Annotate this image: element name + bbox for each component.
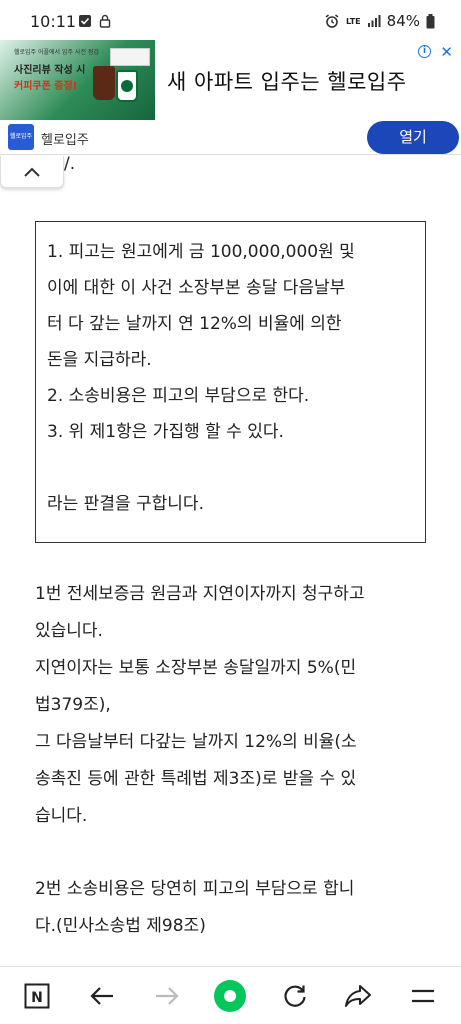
naver-home-icon: N <box>24 983 50 1009</box>
ad-open-button[interactable]: 열기 <box>367 121 459 154</box>
share-button[interactable] <box>341 979 375 1013</box>
ad-headline[interactable]: 새 아파트 입주는 헬로입주 <box>167 66 407 96</box>
body-line: 다.(민사소송법 제98조) <box>35 916 206 936</box>
status-left-icons <box>78 14 112 28</box>
status-right-group: LTE 84% <box>324 12 435 30</box>
share-icon <box>345 985 371 1007</box>
checkbox-icon <box>79 15 91 27</box>
refresh-button[interactable] <box>278 979 312 1013</box>
green-dot-button[interactable] <box>213 979 247 1013</box>
naver-home-label: N <box>31 990 43 1006</box>
claim-line: 이에 대한 이 사건 소장부본 송달 다음날부 <box>47 278 346 298</box>
ad-image-review-text: 사진리뷰 작성 시 <box>14 65 86 76</box>
coffee-cup-graphic <box>93 66 115 100</box>
status-bar: 10:11 LTE 84% <box>0 0 461 40</box>
body-line: 1번 전세보증금 원금과 지연이자까지 청구하고 <box>35 584 365 604</box>
chevron-up-icon <box>24 167 40 177</box>
article-body: 1번 전세보증금 원금과 지연이자까지 청구하고 있습니다. 지연이자는 보통 … <box>35 576 435 945</box>
body-line: 송촉진 등에 관한 특례법 제3조)로 받을 수 있 <box>35 769 357 789</box>
ad-brand-name: 헬로입주 <box>41 133 89 148</box>
claim-line: 3. 위 제1항은 가집행 할 수 있다. <box>47 422 284 442</box>
body-line: 법379조), <box>35 695 111 715</box>
body-line: 있습니다. <box>35 621 103 641</box>
menu-icon <box>412 989 434 1003</box>
back-arrow-icon <box>90 987 113 1005</box>
green-dot-icon <box>214 980 246 1012</box>
naver-home-button[interactable]: N <box>20 979 54 1013</box>
coffee-box-graphic <box>110 48 150 66</box>
body-line: 그 다음날부터 다갚는 날까지 12%의 비율(소 <box>35 732 357 752</box>
battery-icon <box>426 13 435 28</box>
starbucks-cup-graphic <box>116 70 138 102</box>
partial-text-line: /. <box>64 154 76 174</box>
ad-image-coupon-text: 커피쿠폰 증정! <box>14 81 78 92</box>
forward-button[interactable] <box>150 979 184 1013</box>
status-time: 10:11 <box>30 12 77 31</box>
forward-arrow-icon <box>156 987 179 1005</box>
claim-line: 라는 판결을 구합니다. <box>47 494 204 514</box>
body-line: 지연이자는 보통 소장부본 송달일까지 5%(민 <box>35 658 357 678</box>
ad-banner[interactable]: 헬로입주 어플에서 입주 사전 점검 사진리뷰 작성 시 커피쿠폰 증정! 새 … <box>0 40 461 155</box>
bottom-nav: N <box>0 966 461 1024</box>
ad-close-icon[interactable]: ✕ <box>440 43 453 61</box>
ad-image-small-text: 헬로입주 어플에서 입주 사전 점검 <box>14 49 99 56</box>
ad-image[interactable]: 헬로입주 어플에서 입주 사전 점검 사진리뷰 작성 시 커피쿠폰 증정! <box>0 40 155 120</box>
claim-box: 1. 피고는 원고에게 금 100,000,000원 및 이에 대한 이 사건 … <box>35 221 426 543</box>
lock-icon <box>99 14 111 28</box>
claim-line: 돈을 지급하라. <box>47 350 152 370</box>
ad-info-icon[interactable]: i <box>418 45 431 58</box>
claim-line: 1. 피고는 원고에게 금 100,000,000원 및 <box>47 242 355 262</box>
back-button[interactable] <box>85 979 119 1013</box>
claim-line: 터 다 갚는 날까지 연 12%의 비율에 의한 <box>47 314 342 334</box>
body-line: 습니다. <box>35 806 88 826</box>
collapse-ad-button[interactable] <box>0 156 64 188</box>
menu-button[interactable] <box>406 979 440 1013</box>
network-label: LTE <box>345 16 361 26</box>
battery-percent: 84% <box>386 12 420 30</box>
body-line: 2번 소송비용은 당연히 피고의 부담으로 합니 <box>35 879 355 899</box>
alarm-icon <box>325 14 339 28</box>
ad-brand-logo: 헬로입주 <box>8 124 34 150</box>
claim-line: 2. 소송비용은 피고의 부담으로 한다. <box>47 386 310 406</box>
refresh-icon <box>284 985 306 1007</box>
signal-icon <box>367 15 381 27</box>
